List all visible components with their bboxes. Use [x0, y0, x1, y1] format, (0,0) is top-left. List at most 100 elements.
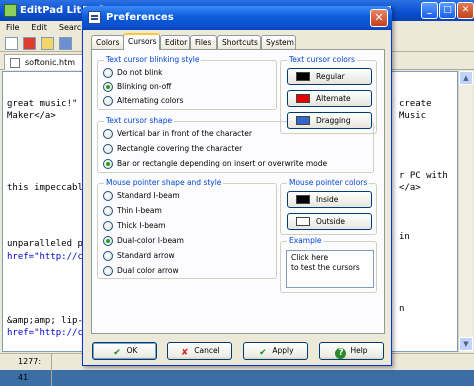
- pointer-colors-label: Mouse pointer colors: [287, 178, 370, 188]
- color-swatch: [296, 94, 310, 103]
- cancel-button[interactable]: ✘ Cancel: [167, 342, 232, 360]
- radio-label: Blinking on-off: [117, 82, 172, 91]
- radio-label: Standard I-beam: [117, 191, 180, 200]
- button-label: Apply: [272, 346, 294, 355]
- cursor-colors-group: Text cursor colors Regular Alternate Dra…: [280, 55, 377, 134]
- color-swatch: [296, 217, 310, 226]
- dragging-color-button[interactable]: Dragging: [287, 112, 372, 129]
- button-label: Dragging: [316, 116, 351, 125]
- example-text-line: to test the cursors: [291, 263, 360, 272]
- example-text-line: Click here: [291, 253, 329, 262]
- cursor-test-area[interactable]: Click here to test the cursors: [286, 250, 374, 288]
- tab-editor[interactable]: Editor: [160, 35, 190, 49]
- window-close-icon[interactable]: ✕: [457, 2, 474, 19]
- color-swatch: [296, 72, 310, 81]
- menu-edit[interactable]: Edit: [31, 23, 47, 32]
- maximize-icon[interactable]: □: [439, 2, 456, 19]
- dialog-title-bar: Preferences ✕: [82, 6, 392, 30]
- button-label: Outside: [316, 217, 345, 226]
- editor-line-fragment: in: [399, 232, 410, 242]
- menu-file[interactable]: File: [6, 23, 19, 32]
- radio-thick-ibeam[interactable]: Thick I-beam: [103, 220, 165, 231]
- radio-circle: [103, 251, 113, 261]
- help-button[interactable]: ? Help: [319, 342, 384, 360]
- tab-files[interactable]: Files: [190, 35, 217, 49]
- open-file-icon[interactable]: [41, 37, 54, 50]
- cancel-x-icon: ✘: [181, 348, 189, 358]
- save-file-icon[interactable]: [59, 37, 72, 50]
- tab-shortcuts[interactable]: Shortcuts: [217, 35, 261, 49]
- editor-line-fragment: n: [399, 304, 405, 314]
- dialog-close-icon[interactable]: ✕: [370, 9, 388, 27]
- radio-standard-arrow[interactable]: Standard arrow: [103, 250, 175, 261]
- radio-circle: [103, 221, 113, 231]
- minimize-icon[interactable]: _: [421, 2, 438, 19]
- radio-label: Thick I-beam: [117, 221, 166, 230]
- mouse-pointer-group: Mouse pointer shape and style Standard I…: [97, 178, 277, 279]
- cursor-shape-label: Text cursor shape: [104, 116, 175, 126]
- radio-circle: [103, 68, 113, 78]
- radio-alternating-colors[interactable]: Alternating colors: [103, 95, 183, 106]
- radio-thin-ibeam[interactable]: Thin I-beam: [103, 205, 162, 216]
- scroll-up-icon[interactable]: ▲: [459, 71, 473, 85]
- file-tab[interactable]: softonic.htm: [4, 54, 85, 70]
- regular-color-button[interactable]: Regular: [287, 68, 372, 85]
- tab-system[interactable]: System: [261, 35, 296, 49]
- radio-circle: [103, 191, 113, 201]
- blinking-style-label: Text cursor blinking style: [104, 55, 202, 65]
- radio-blinking-on-off[interactable]: Blinking on-off: [103, 81, 171, 92]
- editor-line: this impeccabl: [7, 183, 83, 193]
- blinking-style-group: Text cursor blinking style Do not blink …: [97, 55, 277, 110]
- radio-vertical-bar[interactable]: Vertical bar in front of the character: [103, 128, 252, 139]
- editor-line-fragment: </a>: [399, 183, 421, 193]
- color-swatch: [296, 195, 310, 204]
- editor-line: href="http://c: [7, 252, 83, 262]
- radio-label: Rectangle covering the character: [117, 144, 243, 153]
- radio-label: Vertical bar in front of the character: [117, 129, 252, 138]
- radio-bar-or-rectangle[interactable]: Bar or rectangle depending on insert or …: [103, 158, 327, 169]
- apply-button[interactable]: ✔ Apply: [243, 342, 308, 360]
- ok-button[interactable]: ✔ OK: [92, 342, 157, 360]
- cursor-colors-label: Text cursor colors: [287, 55, 357, 65]
- radio-circle: [103, 144, 113, 154]
- radio-standard-ibeam[interactable]: Standard I-beam: [103, 190, 180, 201]
- preferences-icon: [88, 11, 101, 24]
- radio-circle: [103, 266, 113, 276]
- scroll-down-icon[interactable]: ▼: [459, 337, 473, 351]
- radio-circle: [103, 96, 113, 106]
- radio-dual-color-ibeam[interactable]: Dual-color I-beam: [103, 235, 184, 246]
- close-file-icon[interactable]: [23, 37, 36, 50]
- radio-label: Dual color arrow: [117, 266, 179, 275]
- tab-cursors[interactable]: Cursors: [123, 33, 160, 50]
- preferences-dialog: Preferences ✕ Colors Cursors Editor File…: [82, 6, 392, 366]
- radio-circle-selected: [103, 236, 113, 246]
- button-label: OK: [126, 346, 138, 355]
- editpad-app-icon: [4, 4, 17, 17]
- pointer-colors-group: Mouse pointer colors Inside Outside: [280, 178, 377, 235]
- button-label: Help: [350, 346, 368, 355]
- new-file-icon[interactable]: [5, 37, 18, 50]
- cursor-position: 1277: 41: [6, 354, 52, 386]
- tab-colors[interactable]: Colors: [91, 35, 124, 49]
- radio-rectangle[interactable]: Rectangle covering the character: [103, 143, 242, 154]
- alternate-color-button[interactable]: Alternate: [287, 90, 372, 107]
- apply-check-icon: ✔: [259, 348, 267, 358]
- mouse-pointer-label: Mouse pointer shape and style: [104, 178, 224, 188]
- file-tab-label: softonic.htm: [25, 58, 76, 67]
- cursors-tab-panel: Text cursor blinking style Do not blink …: [91, 49, 385, 334]
- radio-label: Do not blink: [117, 68, 163, 77]
- inside-color-button[interactable]: Inside: [287, 191, 372, 208]
- vertical-scrollbar[interactable]: ▲ ▼: [458, 71, 473, 352]
- radio-circle: [103, 206, 113, 216]
- radio-do-not-blink[interactable]: Do not blink: [103, 67, 162, 78]
- button-label: Cancel: [194, 346, 220, 355]
- radio-circle-selected: [103, 82, 113, 92]
- example-label: Example: [287, 236, 324, 246]
- radio-label: Bar or rectangle depending on insert or …: [117, 159, 328, 168]
- color-swatch: [296, 116, 310, 125]
- radio-dual-color-arrow[interactable]: Dual color arrow: [103, 265, 179, 276]
- button-label: Regular: [316, 72, 345, 81]
- outside-color-button[interactable]: Outside: [287, 213, 372, 230]
- document-icon: [10, 58, 20, 68]
- editor-line: href="http://c: [7, 328, 83, 338]
